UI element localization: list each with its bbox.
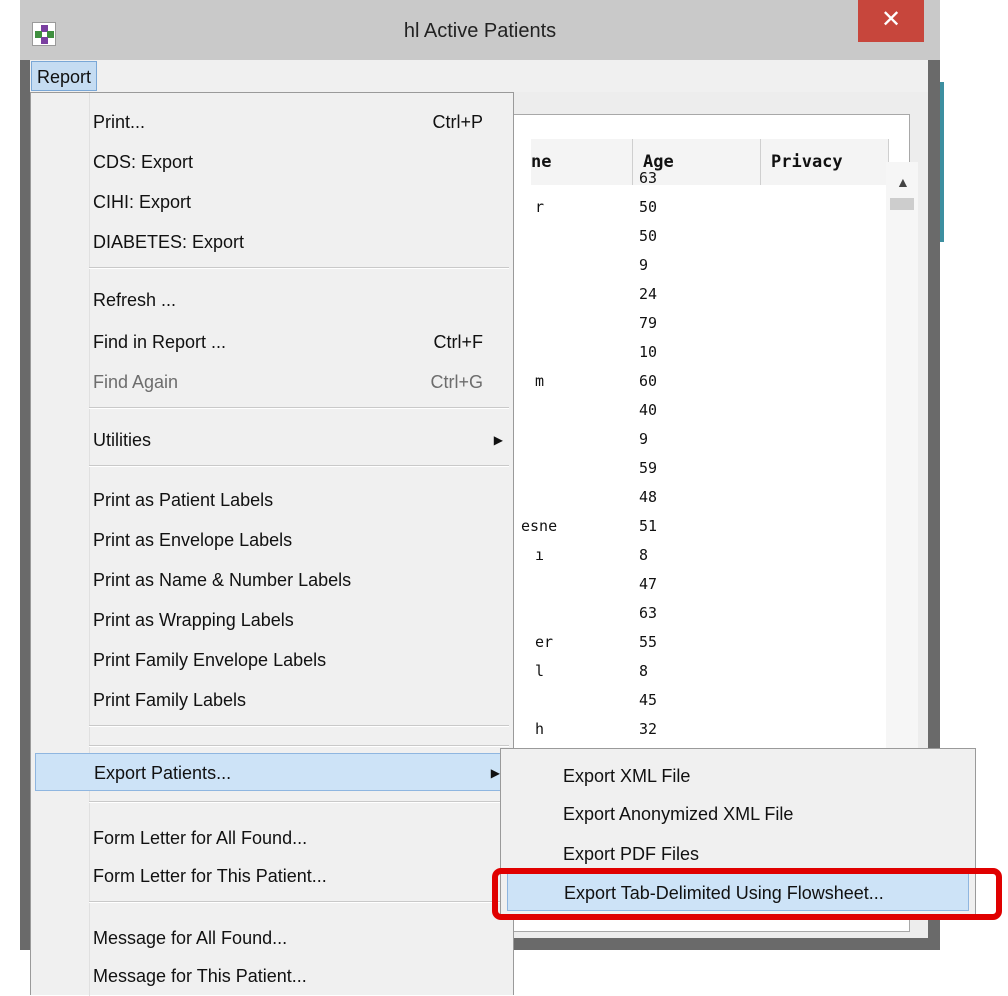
age-cell: 50 <box>639 227 658 245</box>
menu-item-refresh[interactable]: Refresh ... <box>31 281 513 319</box>
menu-separator <box>89 267 509 269</box>
submenu-item-export-xml[interactable]: Export XML File <box>501 757 975 795</box>
menu-item-form-letter-all[interactable]: Form Letter for All Found... <box>31 819 513 857</box>
age-cell: 24 <box>639 285 658 303</box>
report-menu: Print... Ctrl+P CDS: Export CIHI: Export… <box>30 92 514 996</box>
menu-item-print-wrapping-labels[interactable]: Print as Wrapping Labels <box>31 601 513 639</box>
submenu-item-export-anonymized-xml[interactable]: Export Anonymized XML File <box>501 795 975 833</box>
age-cell: 51 <box>639 517 658 535</box>
scroll-up-icon[interactable]: ▲ <box>896 174 910 190</box>
age-cell: 47 <box>639 575 658 593</box>
name-cell: h <box>535 720 545 738</box>
table-scrollbar[interactable]: ▲ <box>886 162 918 802</box>
age-cell: 60 <box>639 372 658 390</box>
age-cell: 50 <box>639 198 658 216</box>
age-cell: 59 <box>639 459 658 477</box>
menu-separator <box>89 901 509 903</box>
age-cell: 10 <box>639 343 658 361</box>
menu-item-form-letter-this[interactable]: Form Letter for This Patient... <box>31 857 513 895</box>
title-bar[interactable]: hl Active Patients ✕ <box>20 0 940 60</box>
age-cell: 32 <box>639 720 658 738</box>
menu-item-export-patients[interactable]: Export Patients... ▶ <box>35 753 511 791</box>
menu-bar: Report <box>30 60 928 93</box>
age-cell: 48 <box>639 488 658 506</box>
name-cell: ı <box>535 546 545 564</box>
menu-item-print[interactable]: Print... Ctrl+P <box>31 103 513 141</box>
menu-report[interactable]: Report <box>31 61 98 91</box>
age-cell: 8 <box>639 662 649 680</box>
name-cell: m <box>535 372 545 390</box>
menu-item-find-again[interactable]: Find Again Ctrl+G <box>31 363 513 401</box>
scroll-thumb[interactable] <box>890 198 914 210</box>
name-cell: l <box>535 662 545 680</box>
age-cell: 79 <box>639 314 658 332</box>
age-cell: 9 <box>639 256 649 274</box>
age-cell: 8 <box>639 546 649 564</box>
age-cell: 45 <box>639 691 658 709</box>
menu-item-print-envelope-labels[interactable]: Print as Envelope Labels <box>31 521 513 559</box>
submenu-arrow-icon: ▶ <box>493 433 503 447</box>
menu-separator <box>89 801 509 803</box>
menu-item-print-patient-labels[interactable]: Print as Patient Labels <box>31 481 513 519</box>
menu-item-utilities[interactable]: Utilities ▶ <box>31 421 513 459</box>
menu-separator <box>89 465 509 467</box>
highlight-annotation <box>492 868 1002 920</box>
age-cell: 9 <box>639 430 649 448</box>
menu-item-print-family-labels[interactable]: Print Family Labels <box>31 681 513 719</box>
age-cell: 63 <box>639 604 658 622</box>
menu-item-cds-export[interactable]: CDS: Export <box>31 143 513 181</box>
background-window-edge <box>940 82 944 242</box>
window-title: hl Active Patients <box>403 20 557 42</box>
age-cell: 40 <box>639 401 658 419</box>
column-header-privacy[interactable]: Privacy <box>761 139 889 185</box>
menu-item-print-family-envelope-labels[interactable]: Print Family Envelope Labels <box>31 641 513 679</box>
close-icon: ✕ <box>880 6 902 33</box>
age-cell: 55 <box>639 633 658 651</box>
menu-separator <box>89 725 509 727</box>
menu-separator <box>89 745 509 747</box>
menu-separator <box>89 407 509 409</box>
menu-item-find-in-report[interactable]: Find in Report ... Ctrl+F <box>31 323 513 361</box>
menu-item-diabetes-export[interactable]: DIABETES: Export <box>31 223 513 261</box>
menu-item-cihi-export[interactable]: CIHI: Export <box>31 183 513 221</box>
name-cell: esne <box>521 517 558 535</box>
close-button[interactable]: ✕ <box>858 0 924 42</box>
age-cell: 63 <box>639 169 658 187</box>
name-cell: er <box>535 633 554 651</box>
menu-item-message-this[interactable]: Message for This Patient... <box>31 957 513 995</box>
menu-item-print-name-number-labels[interactable]: Print as Name & Number Labels <box>31 561 513 599</box>
column-header-name[interactable]: ne <box>531 139 633 185</box>
name-cell: r <box>535 198 545 216</box>
submenu-arrow-icon: ▶ <box>490 766 500 780</box>
menu-item-message-all[interactable]: Message for All Found... <box>31 919 513 957</box>
